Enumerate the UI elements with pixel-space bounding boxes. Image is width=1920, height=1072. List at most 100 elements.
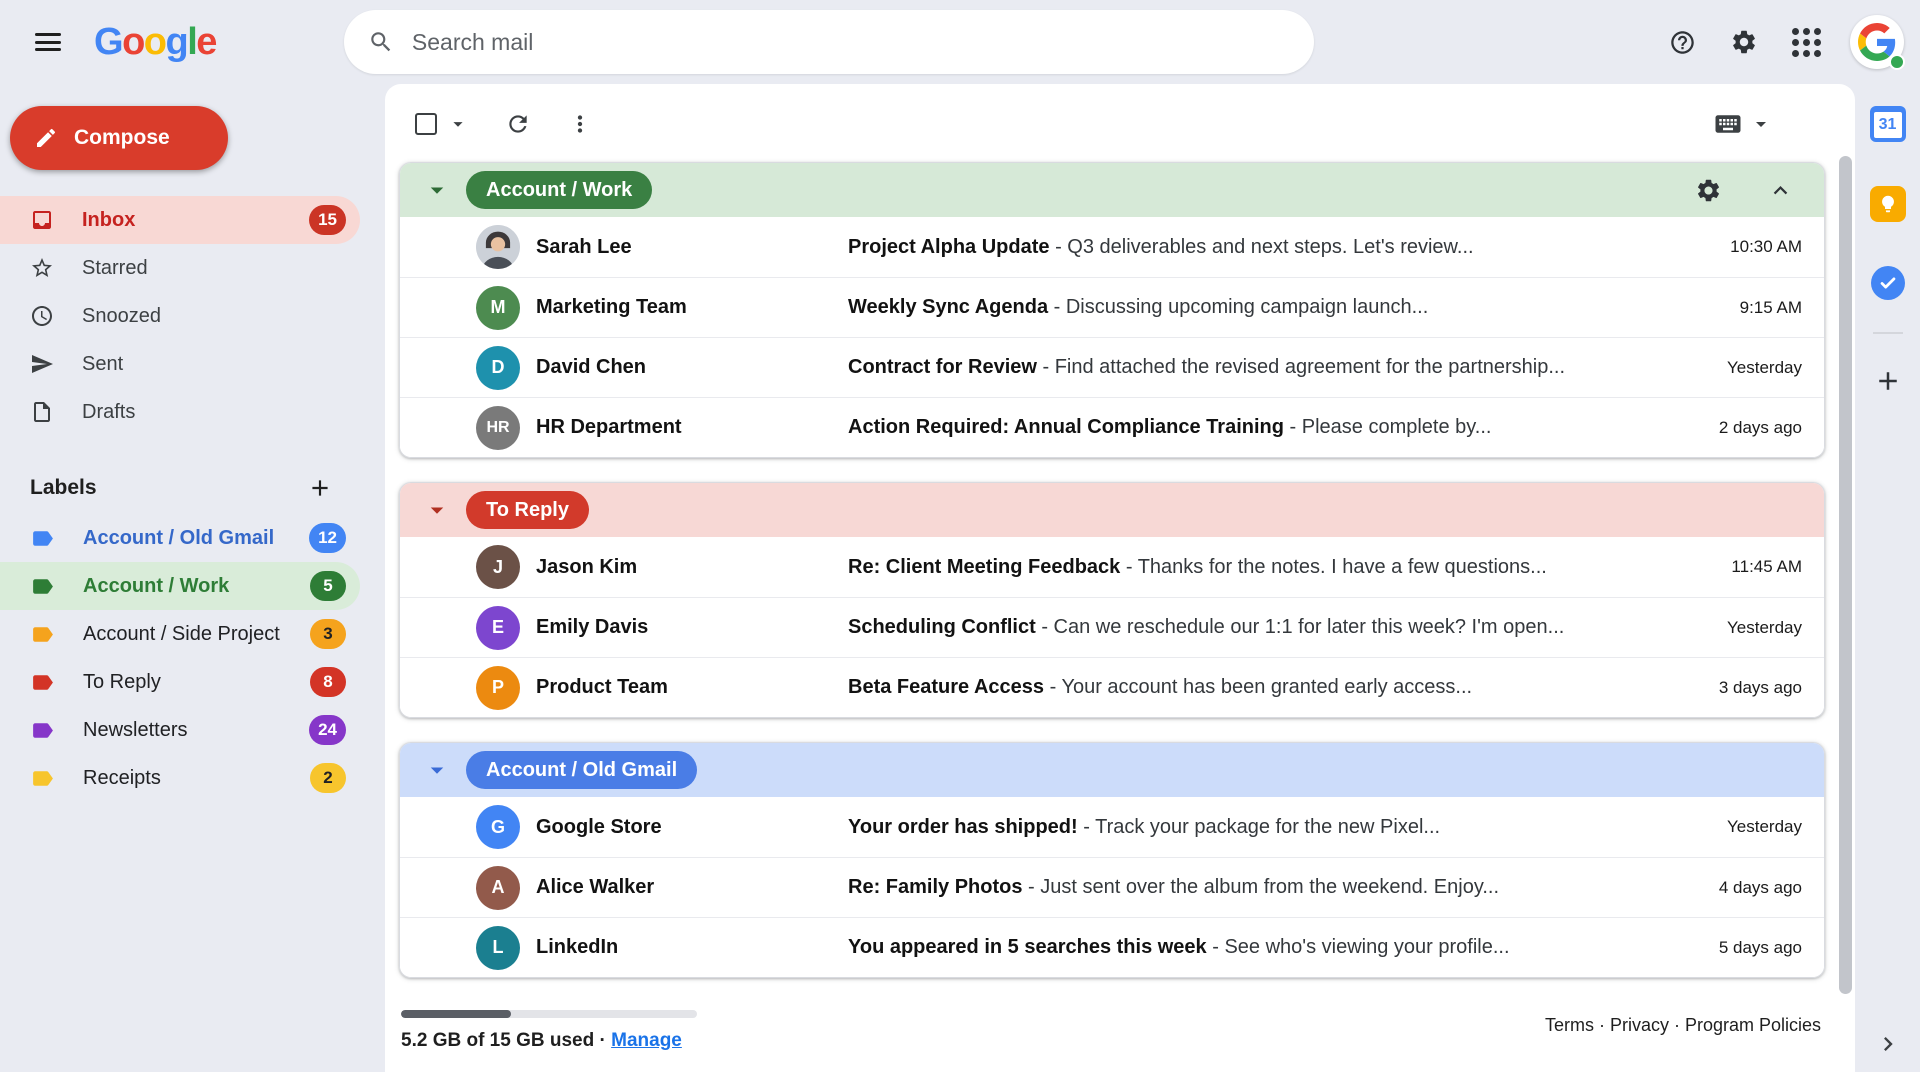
gear-icon	[1695, 177, 1722, 204]
email-subject: Re: Family Photos	[848, 876, 1022, 898]
email-row[interactable]: HR HR Department Action Required: Annual…	[400, 397, 1824, 457]
label-tag-icon	[30, 622, 55, 647]
sidebar-label-text: Account / Side Project	[83, 623, 282, 646]
mail-section-to-reply: To Reply J Jason Kim Re: Client Meeting …	[399, 482, 1825, 718]
labels-heading: Labels	[30, 476, 97, 500]
manage-storage-link[interactable]: Manage	[611, 1030, 682, 1051]
select-dropdown-icon[interactable]	[447, 113, 469, 135]
storage-text: 5.2 GB of 15 GB used	[401, 1030, 594, 1051]
google-logo: Google	[94, 21, 216, 64]
avatar: E	[476, 606, 520, 650]
main-menu-button[interactable]	[24, 18, 72, 66]
chevron-up-icon	[1767, 177, 1794, 204]
sidebar-label-old-gmail[interactable]: Account / Old Gmail 12	[0, 514, 360, 562]
email-row[interactable]: M Marketing Team Weekly Sync Agenda - Di…	[400, 277, 1824, 337]
avatar: HR	[476, 406, 520, 450]
top-bar: Google	[0, 0, 1920, 84]
mail-list-panel: Account / Work Sarah Lee Project Alpha U…	[385, 84, 1855, 1072]
email-snippet: - Discussing upcoming campaign launch...	[1054, 296, 1429, 318]
email-snippet: - See who's viewing your profile...	[1212, 936, 1509, 958]
email-row[interactable]: D David Chen Contract for Review - Find …	[400, 337, 1824, 397]
sidebar-item-sent[interactable]: Sent	[0, 340, 360, 388]
sidebar-item-snoozed[interactable]: Snoozed	[0, 292, 360, 340]
plus-icon	[307, 475, 333, 501]
email-sender: LinkedIn	[536, 936, 848, 959]
section-title-pill: Account / Work	[466, 171, 652, 209]
avatar: A	[476, 866, 520, 910]
section-settings-button[interactable]	[1690, 172, 1726, 208]
collapse-triangle-icon[interactable]	[422, 495, 452, 525]
collapse-triangle-icon[interactable]	[422, 755, 452, 785]
sidebar-label-newsletters[interactable]: Newsletters 24	[0, 706, 360, 754]
show-side-panel-chevron-icon[interactable]	[1874, 1030, 1902, 1058]
email-sender: Marketing Team	[536, 296, 848, 319]
section-header[interactable]: Account / Old Gmail	[400, 743, 1824, 797]
avatar: G	[476, 805, 520, 849]
input-tools-dropdown-icon[interactable]	[1749, 112, 1773, 136]
sidebar-label-receipts[interactable]: Receipts 2	[0, 754, 360, 802]
settings-button[interactable]	[1718, 16, 1770, 68]
clock-icon	[30, 304, 54, 328]
section-header[interactable]: To Reply	[400, 483, 1824, 537]
sidebar-label-work[interactable]: Account / Work 5	[0, 562, 360, 610]
email-time: Yesterday	[1707, 817, 1802, 837]
email-row[interactable]: J Jason Kim Re: Client Meeting Feedback …	[400, 537, 1824, 597]
avatar: J	[476, 545, 520, 589]
email-time: 9:15 AM	[1720, 298, 1802, 318]
email-row[interactable]: Sarah Lee Project Alpha Update - Q3 deli…	[400, 217, 1824, 277]
email-row[interactable]: P Product Team Beta Feature Access - You…	[400, 657, 1824, 717]
add-label-button[interactable]	[302, 470, 338, 506]
refresh-icon[interactable]	[505, 111, 531, 137]
label-count-badge: 2	[310, 763, 346, 793]
compose-button[interactable]: Compose	[10, 106, 228, 170]
inbox-count-badge: 15	[309, 205, 346, 235]
sidebar-item-label: Sent	[82, 353, 346, 376]
email-subject: Beta Feature Access	[848, 676, 1044, 698]
mail-section-old-gmail: Account / Old Gmail G Google Store Your …	[399, 742, 1825, 978]
list-scrollbar[interactable]	[1839, 156, 1852, 994]
section-header[interactable]: Account / Work	[400, 163, 1824, 217]
label-count-badge: 8	[310, 667, 346, 697]
apps-grid-button[interactable]	[1780, 16, 1832, 68]
email-time: Yesterday	[1707, 358, 1802, 378]
sidebar-item-label: Drafts	[82, 401, 346, 424]
email-snippet: - Your account has been granted early ac…	[1050, 676, 1473, 698]
email-sender: David Chen	[536, 356, 848, 379]
email-row[interactable]: A Alice Walker Re: Family Photos - Just …	[400, 857, 1824, 917]
email-sender: Google Store	[536, 816, 848, 839]
help-button[interactable]	[1656, 16, 1708, 68]
label-tag-icon	[30, 766, 55, 791]
select-all-checkbox[interactable]	[415, 113, 437, 135]
avatar-photo	[476, 225, 520, 269]
sidebar-item-starred[interactable]: Starred	[0, 244, 360, 292]
sidebar-item-inbox[interactable]: Inbox 15	[0, 196, 360, 244]
search-input[interactable]	[412, 29, 1290, 56]
collapse-section-button[interactable]	[1762, 172, 1798, 208]
email-row[interactable]: L LinkedIn You appeared in 5 searches th…	[400, 917, 1824, 977]
compose-label: Compose	[74, 126, 170, 150]
email-subject: Project Alpha Update	[848, 236, 1050, 258]
sidebar-item-drafts[interactable]: Drafts	[0, 388, 360, 436]
email-row[interactable]: E Emily Davis Scheduling Conflict - Can …	[400, 597, 1824, 657]
keep-icon[interactable]	[1870, 186, 1906, 222]
email-row[interactable]: G Google Store Your order has shipped! -…	[400, 797, 1824, 857]
rail-divider	[1873, 332, 1903, 334]
profile-avatar[interactable]	[1850, 15, 1904, 69]
status-dot	[1889, 54, 1905, 70]
apps-grid-icon	[1792, 28, 1821, 57]
help-icon	[1669, 29, 1696, 56]
calendar-icon[interactable]: 31	[1870, 106, 1906, 142]
input-tools-keyboard-icon[interactable]	[1713, 109, 1743, 139]
get-addons-plus-icon[interactable]	[1873, 366, 1903, 396]
tasks-icon[interactable]	[1871, 266, 1905, 300]
collapse-triangle-icon[interactable]	[422, 175, 452, 205]
section-title-pill: Account / Old Gmail	[466, 751, 697, 789]
email-time: 5 days ago	[1699, 938, 1802, 958]
sidebar-label-side-project[interactable]: Account / Side Project 3	[0, 610, 360, 658]
sidebar-item-label: Inbox	[82, 209, 281, 232]
more-options-icon[interactable]	[567, 111, 593, 137]
sidebar-label-to-reply[interactable]: To Reply 8	[0, 658, 360, 706]
search-bar[interactable]	[344, 10, 1314, 74]
footer-links[interactable]: Terms · Privacy · Program Policies	[1545, 1015, 1821, 1052]
label-count-badge: 3	[310, 619, 346, 649]
